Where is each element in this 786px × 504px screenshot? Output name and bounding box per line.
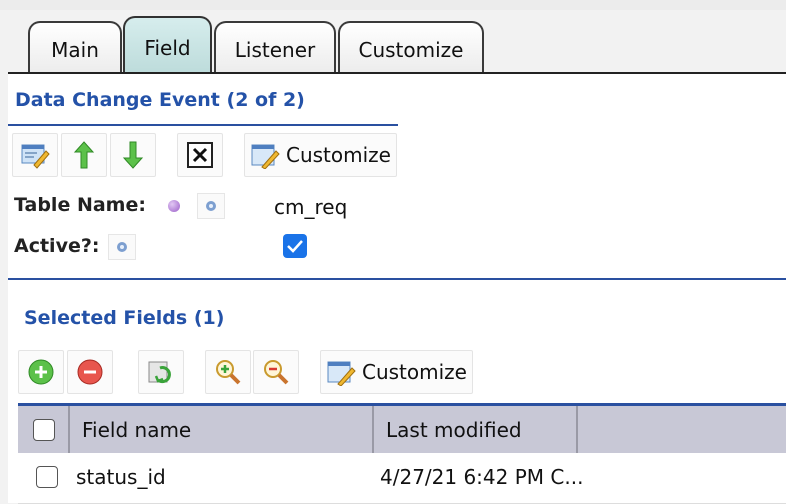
table-header: Field name Last modified xyxy=(18,403,786,453)
event-title-underline xyxy=(8,124,398,126)
zoom-in-icon xyxy=(216,360,241,385)
help-icon xyxy=(206,201,216,211)
close-box-icon xyxy=(187,142,213,168)
arrow-down-icon xyxy=(122,141,144,169)
tab-bar: Main Field Listener Customize xyxy=(0,10,786,82)
fields-table: Field name Last modified status_id 4/27/… xyxy=(18,403,786,504)
row-field-name: status_id xyxy=(76,465,166,489)
edit-record-button[interactable] xyxy=(12,133,58,177)
row-last-modified: 4/27/21 6:42 PM C... xyxy=(380,465,584,489)
zoom-out-button[interactable] xyxy=(253,350,299,394)
table-name-label: Table Name: xyxy=(14,194,146,216)
move-up-button[interactable] xyxy=(61,133,107,177)
zoom-out-icon xyxy=(264,360,289,385)
row-checkbox[interactable] xyxy=(36,466,58,488)
customize-icon xyxy=(327,361,356,386)
top-strip xyxy=(0,0,786,10)
fields-section-title: Selected Fields (1) xyxy=(24,307,225,329)
arrow-up-icon xyxy=(73,141,95,169)
zoom-in-button[interactable] xyxy=(205,350,251,394)
table-name-value: cm_req xyxy=(274,195,348,219)
help-icon xyxy=(117,242,127,252)
event-customize-button[interactable]: Customize xyxy=(244,133,397,177)
event-section-title: Data Change Event (2 of 2) xyxy=(15,89,305,111)
move-down-button[interactable] xyxy=(110,133,156,177)
fields-customize-label: Customize xyxy=(362,360,467,384)
column-field-name[interactable]: Field name xyxy=(70,406,374,453)
delete-button[interactable] xyxy=(177,133,223,177)
column-last-modified[interactable]: Last modified xyxy=(374,406,578,453)
add-circle-icon xyxy=(28,359,54,385)
add-field-button[interactable] xyxy=(18,350,64,394)
event-customize-label: Customize xyxy=(286,143,391,167)
refresh-button[interactable] xyxy=(138,350,184,394)
active-label: Active?: xyxy=(14,235,100,257)
refresh-icon xyxy=(148,361,171,384)
required-dot-icon xyxy=(168,200,180,212)
customize-icon xyxy=(251,144,280,169)
fields-customize-button[interactable]: Customize xyxy=(320,350,473,394)
select-all-cell xyxy=(18,406,70,453)
table-row[interactable]: status_id 4/27/21 6:42 PM C... xyxy=(18,453,786,504)
active-checkbox[interactable] xyxy=(283,234,307,258)
remove-circle-icon xyxy=(77,359,103,385)
edit-form-icon xyxy=(21,144,50,169)
active-help-button[interactable] xyxy=(108,234,136,260)
section-divider xyxy=(8,278,786,280)
checkmark-icon xyxy=(287,240,303,253)
remove-field-button[interactable] xyxy=(67,350,113,394)
table-name-help-button[interactable] xyxy=(197,193,225,219)
select-all-checkbox[interactable] xyxy=(33,419,55,441)
